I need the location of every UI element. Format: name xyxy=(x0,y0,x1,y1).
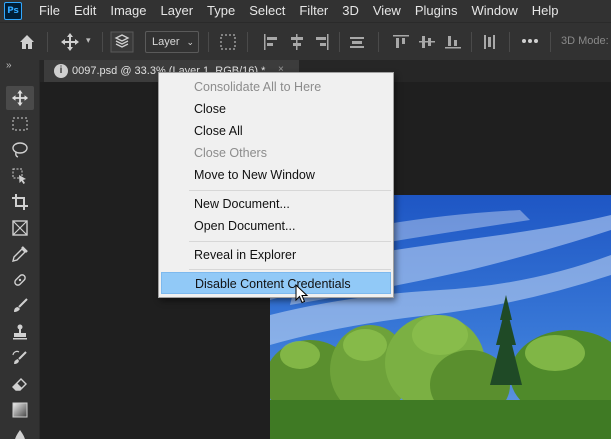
menu-item-move-to-new-window[interactable]: Move to New Window xyxy=(161,164,391,186)
menu-plugins[interactable]: Plugins xyxy=(408,0,465,22)
blur-tool[interactable] xyxy=(6,424,34,439)
auto-select-target-dropdown[interactable]: Layer ⌄ xyxy=(145,31,199,53)
gradient-icon xyxy=(12,402,28,418)
eraser-icon xyxy=(12,378,27,391)
tools-panel: » xyxy=(0,60,40,439)
more-options-icon[interactable] xyxy=(521,38,539,44)
menu-image[interactable]: Image xyxy=(103,0,153,22)
frame-icon xyxy=(12,220,28,236)
align-vertical-center-icon[interactable] xyxy=(418,33,436,51)
eyedropper-tool[interactable] xyxy=(6,242,34,266)
spot-healing-brush-tool[interactable] xyxy=(6,268,34,292)
menu-edit[interactable]: Edit xyxy=(67,0,103,22)
healing-brush-icon xyxy=(14,274,26,286)
menu-select[interactable]: Select xyxy=(242,0,292,22)
rectangular-marquee-tool[interactable] xyxy=(6,112,34,136)
transform-controls-icon[interactable] xyxy=(219,33,237,51)
chevron-down-icon: ⌄ xyxy=(186,37,194,47)
menu-separator xyxy=(189,241,391,242)
move-tool[interactable] xyxy=(6,86,34,110)
menu-filter[interactable]: Filter xyxy=(292,0,335,22)
stamp-icon xyxy=(13,324,27,340)
menu-separator xyxy=(189,190,391,191)
menu-window[interactable]: Window xyxy=(464,0,524,22)
align-left-icon[interactable] xyxy=(262,33,280,51)
auto-select-target-value: Layer xyxy=(152,36,180,48)
menu-item-consolidate-all-to-here: Consolidate All to Here xyxy=(194,80,322,94)
eyedropper-icon xyxy=(12,246,28,262)
menu-item-new-document[interactable]: New Document... xyxy=(161,193,391,215)
gradient-tool[interactable] xyxy=(6,398,34,422)
auto-select-icon[interactable] xyxy=(110,31,134,53)
distribute-vertical-icon[interactable] xyxy=(480,33,498,51)
expand-panel-icon[interactable]: » xyxy=(6,60,12,71)
brush-icon xyxy=(14,298,28,312)
home-icon[interactable] xyxy=(18,33,36,51)
lasso-tool[interactable] xyxy=(6,138,34,162)
history-brush-icon xyxy=(12,350,27,364)
preset-chevron-down-icon[interactable]: ▾ xyxy=(86,35,91,46)
content-credentials-icon[interactable]: i xyxy=(54,64,68,78)
menu-type[interactable]: Type xyxy=(200,0,242,22)
menu-file[interactable]: File xyxy=(32,0,67,22)
menu-item-close[interactable]: Close xyxy=(161,98,391,120)
move-icon xyxy=(11,89,29,107)
marquee-icon xyxy=(12,117,28,131)
align-bottom-icon[interactable] xyxy=(444,33,462,51)
crop-icon xyxy=(12,194,28,210)
clone-stamp-tool[interactable] xyxy=(6,320,34,344)
menu-layer[interactable]: Layer xyxy=(154,0,201,22)
align-right-icon[interactable] xyxy=(313,33,331,51)
frame-tool[interactable] xyxy=(6,216,34,240)
object-selection-icon xyxy=(12,168,26,184)
brush-tool[interactable] xyxy=(6,294,34,318)
menu-3d[interactable]: 3D xyxy=(335,0,366,22)
blur-drop-icon xyxy=(15,430,25,439)
menu-separator xyxy=(189,269,391,270)
history-brush-tool[interactable] xyxy=(6,346,34,370)
menu-item-close-others: Close Others xyxy=(194,146,267,160)
tab-context-menu: Consolidate All to Here Close Close All … xyxy=(158,72,394,298)
eraser-tool[interactable] xyxy=(6,372,34,396)
options-bar: ▾ Layer ⌄ 3D Mode: xyxy=(0,22,611,60)
distribute-horizontal-icon[interactable] xyxy=(348,33,366,51)
align-top-icon[interactable] xyxy=(392,33,410,51)
mouse-pointer-icon xyxy=(295,284,309,304)
align-horizontal-center-icon[interactable] xyxy=(288,33,306,51)
object-selection-tool[interactable] xyxy=(6,164,34,188)
menu-item-reveal-in-explorer[interactable]: Reveal in Explorer xyxy=(161,244,391,266)
move-tool-preset-icon[interactable] xyxy=(60,32,80,52)
lasso-icon xyxy=(12,142,28,158)
menu-item-disable-content-credentials[interactable]: Disable Content Credentials xyxy=(161,272,391,294)
menu-item-open-document[interactable]: Open Document... xyxy=(161,215,391,237)
crop-tool[interactable] xyxy=(6,190,34,214)
menu-view[interactable]: View xyxy=(366,0,408,22)
menu-bar: Ps File Edit Image Layer Type Select Fil… xyxy=(0,0,611,22)
menu-item-close-all[interactable]: Close All xyxy=(161,120,391,142)
3d-mode-label: 3D Mode: xyxy=(561,35,609,47)
menu-help[interactable]: Help xyxy=(525,0,566,22)
photoshop-logo-icon[interactable]: Ps xyxy=(4,2,22,20)
